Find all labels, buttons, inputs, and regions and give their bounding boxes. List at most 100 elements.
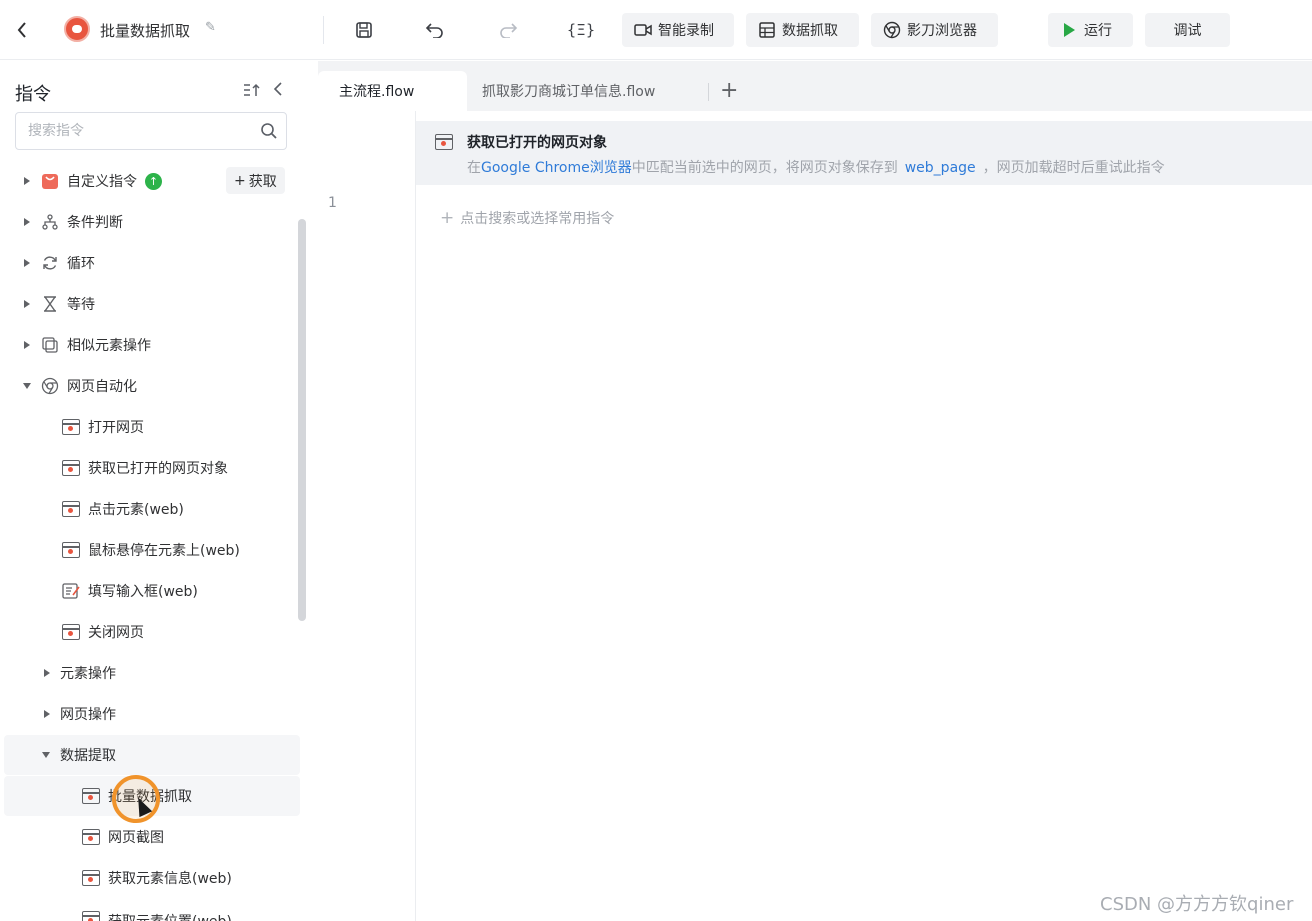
toolbar-divider	[323, 16, 324, 44]
expand-caret-icon[interactable]	[24, 341, 30, 349]
command-row[interactable]: 获取已打开的网页对象 在Google Chrome浏览器中匹配当前选中的网页，将…	[416, 121, 1312, 185]
tree-item-similar-elements[interactable]: 相似元素操作	[0, 325, 300, 365]
command-search-input[interactable]	[28, 113, 248, 149]
tree-item-label: 获取已打开的网页对象	[88, 461, 228, 477]
save-icon[interactable]	[351, 17, 377, 43]
tree-item-label: 网页操作	[60, 707, 116, 723]
tab-order-flow[interactable]: 抓取影刀商城订单信息.flow	[461, 71, 676, 111]
webpage-icon	[62, 460, 80, 476]
webpage-hover-icon	[62, 542, 80, 558]
webpage-icon	[62, 419, 80, 435]
tree-item-label: 数据提取	[60, 748, 116, 764]
desc-browser-link[interactable]: Google Chrome浏览器	[481, 160, 632, 176]
search-icon[interactable]	[260, 122, 278, 140]
sort-icon[interactable]	[243, 83, 261, 101]
tree-item-label: 元素操作	[60, 666, 116, 682]
tree-item-loop[interactable]: 循环	[0, 243, 300, 283]
tree-item-label: 相似元素操作	[67, 338, 151, 354]
tree-item-label: 点击元素(web)	[88, 502, 184, 518]
tree-item-open-webpage[interactable]: 打开网页	[0, 407, 300, 447]
add-hint-label: 点击搜索或选择常用指令	[460, 211, 615, 227]
tree-item-data-extraction[interactable]: 数据提取	[4, 735, 300, 775]
sidebar-title: 指令	[15, 84, 51, 105]
smart-record-button[interactable]: 智能录制	[622, 13, 734, 47]
expand-caret-icon[interactable]	[24, 177, 30, 185]
redo-icon[interactable]	[495, 17, 521, 43]
add-tab-plus-icon[interactable]: +	[720, 78, 738, 103]
plus-icon: +	[440, 208, 455, 228]
expand-caret-icon[interactable]	[24, 300, 30, 308]
collapse-caret-icon[interactable]	[42, 752, 50, 758]
expand-caret-icon[interactable]	[44, 669, 50, 677]
collapse-caret-icon[interactable]	[23, 383, 31, 389]
debug-label: 调试	[1173, 23, 1202, 39]
tree-item-close-webpage[interactable]: 关闭网页	[0, 612, 300, 652]
tree-item-label: 条件判断	[67, 215, 123, 231]
tree-item-web-automation[interactable]: 网页自动化	[0, 366, 300, 406]
tree-item-wait[interactable]: 等待	[0, 284, 300, 324]
edit-pencil-icon[interactable]: ✎	[205, 20, 216, 35]
tab-main-flow[interactable]: 主流程.flow	[318, 71, 467, 111]
collapse-sidebar-icon[interactable]	[273, 81, 283, 101]
desc-suffix: ，网页加载超时后重试此指令	[982, 160, 1165, 176]
smart-record-label: 智能录制	[658, 23, 714, 39]
command-title: 获取已打开的网页对象	[467, 135, 607, 151]
line-gutter: 1	[318, 111, 416, 921]
data-capture-button[interactable]: 数据抓取	[746, 13, 859, 47]
tree-item-label: 鼠标悬停在元素上(web)	[88, 543, 240, 559]
tree-item-label: 网页自动化	[67, 379, 137, 395]
add-command-hint[interactable]: + 点击搜索或选择常用指令	[440, 208, 614, 228]
tree-item-condition[interactable]: 条件判断	[0, 202, 300, 242]
webpage-icon	[82, 870, 100, 886]
tree-item-get-opened-webpage[interactable]: 获取已打开的网页对象	[0, 448, 300, 488]
webpage-icon	[82, 911, 100, 921]
tree-item-get-element-position[interactable]: 获取元素位置(web)	[0, 899, 300, 921]
tree-item-element-operations[interactable]: 元素操作	[0, 653, 300, 693]
hourglass-icon	[41, 295, 59, 313]
flow-editor: 主流程.flow 抓取影刀商城订单信息.flow + 1 获取已打开的网页对象 …	[318, 61, 1312, 921]
webpage-icon	[82, 788, 100, 804]
tree-item-get-element-info[interactable]: 获取元素信息(web)	[0, 858, 300, 898]
undo-icon[interactable]	[422, 17, 448, 43]
tree-item-label: 填写输入框(web)	[88, 584, 198, 600]
desc-variable[interactable]: web_page	[898, 160, 983, 176]
app-logo-icon	[64, 16, 90, 42]
loop-icon	[41, 254, 59, 272]
tree-item-label: 获取元素位置(web)	[108, 911, 232, 921]
back-arrow-icon[interactable]	[12, 18, 32, 42]
input-icon	[62, 582, 80, 600]
tree-item-label: 等待	[67, 297, 95, 313]
chrome-icon	[41, 377, 59, 395]
data-capture-label: 数据抓取	[782, 23, 838, 39]
tree-item-click-element[interactable]: 点击元素(web)	[0, 489, 300, 529]
tree-item-fill-input[interactable]: 填写输入框(web)	[0, 571, 300, 611]
desc-prefix: 在	[467, 160, 481, 176]
variables-icon[interactable]: {Ξ}	[566, 17, 596, 43]
tree-item-webpage-operations[interactable]: 网页操作	[0, 694, 300, 734]
expand-caret-icon[interactable]	[24, 218, 30, 226]
webpage-close-icon	[62, 624, 80, 640]
tree-item-hover-element[interactable]: 鼠标悬停在元素上(web)	[0, 530, 300, 570]
app-title: 批量数据抓取	[100, 22, 191, 40]
run-label: 运行	[1084, 23, 1112, 39]
tree-item-custom-command[interactable]: 自定义指令 ↑ + 获取	[0, 161, 300, 201]
tree-item-label: 自定义指令	[67, 174, 137, 190]
line-number: 1	[328, 195, 337, 211]
play-icon	[1060, 21, 1078, 39]
tree-item-label: 网页截图	[108, 830, 164, 846]
run-button[interactable]: 运行	[1048, 13, 1133, 47]
desc-middle: 中匹配当前选中的网页，将网页对象保存到	[631, 160, 898, 176]
tree-item-label: 获取元素信息(web)	[108, 871, 232, 887]
get-commands-button[interactable]: + 获取	[226, 167, 285, 194]
webpage-click-icon	[62, 501, 80, 517]
debug-button[interactable]: 调试	[1145, 13, 1230, 47]
tree-item-label: 打开网页	[88, 420, 144, 436]
tree-item-webpage-screenshot[interactable]: 网页截图	[0, 817, 300, 857]
expand-caret-icon[interactable]	[44, 710, 50, 718]
watermark: CSDN @方方方钦qiner	[1100, 894, 1294, 915]
plus-icon: +	[234, 172, 246, 189]
browser-button[interactable]: 影刀浏览器	[871, 13, 998, 47]
branch-icon	[41, 213, 59, 231]
expand-caret-icon[interactable]	[24, 259, 30, 267]
upgrade-arrow-icon: ↑	[145, 172, 162, 190]
